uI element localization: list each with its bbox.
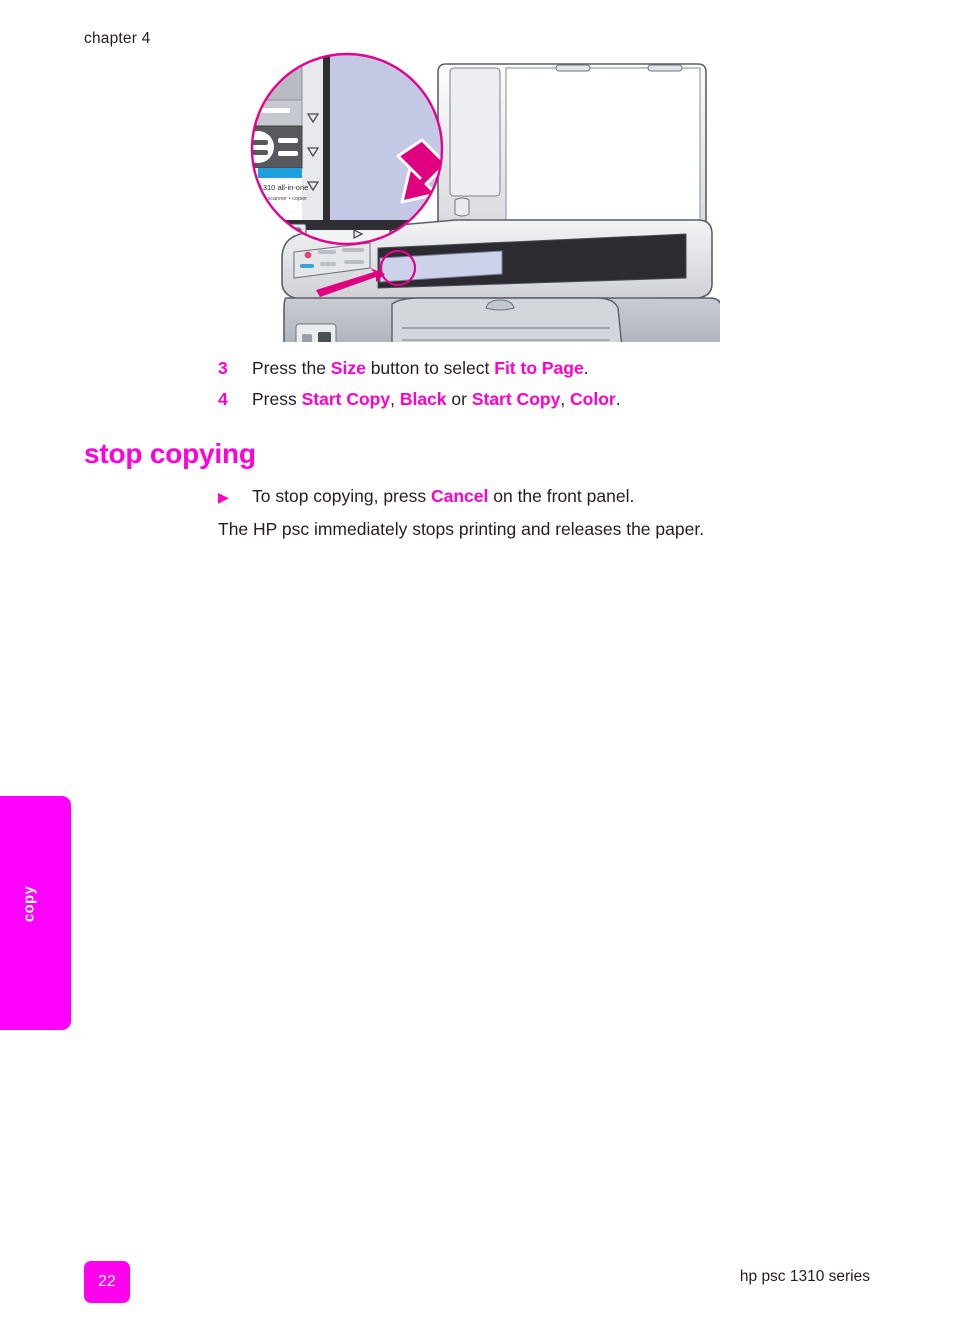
section-body: ▶ To stop copying, press Cancel on the f… bbox=[218, 485, 858, 541]
section-heading-stop-copying: stop copying bbox=[84, 438, 256, 469]
bullet-text: To stop copying, press Cancel on the fro… bbox=[252, 486, 635, 506]
footer-product-name: hp psc 1310 series bbox=[739, 1268, 870, 1285]
ui-term-start-copy: Start Copy bbox=[471, 388, 561, 409]
step-text: Press the Size button to select Fit to P… bbox=[252, 358, 589, 378]
magnifier-label-line2: printer • scanner • copier bbox=[250, 196, 307, 202]
step-item: 3 Press the Size button to select Fit to… bbox=[218, 357, 838, 381]
triangle-bullet-icon: ▶ bbox=[218, 489, 229, 505]
side-tab-copy: copy bbox=[0, 796, 71, 1030]
step-item: 4 Press Start Copy, Black or Start Copy,… bbox=[218, 388, 838, 412]
ui-term-fit-to-page: Fit to Page bbox=[494, 358, 584, 378]
ui-term-size: Size bbox=[330, 358, 366, 378]
chapter-header: chapter 4 bbox=[84, 30, 151, 47]
step-text: Press Start Copy, Black or Start Copy, C… bbox=[252, 388, 621, 409]
page-number-badge: 22 bbox=[84, 1261, 130, 1303]
ui-term-cancel: Cancel bbox=[430, 486, 489, 506]
page-number: 22 bbox=[98, 1273, 116, 1290]
ui-term-color: Color bbox=[570, 388, 616, 409]
printer-illustration: psc1310 all-in-one printer • scanner • c… bbox=[250, 52, 720, 342]
step-number: 3 bbox=[218, 358, 228, 378]
bullet-item: ▶ To stop copying, press Cancel on the f… bbox=[218, 485, 858, 509]
ui-term-start-copy: Start Copy bbox=[301, 388, 391, 409]
step-number: 4 bbox=[218, 388, 228, 409]
body-paragraph: The HP psc immediately stops printing an… bbox=[218, 518, 705, 539]
side-tab-label: copy bbox=[20, 885, 37, 923]
numbered-steps-list: 3 Press the Size button to select Fit to… bbox=[218, 357, 838, 418]
ui-term-black: Black bbox=[399, 388, 447, 409]
